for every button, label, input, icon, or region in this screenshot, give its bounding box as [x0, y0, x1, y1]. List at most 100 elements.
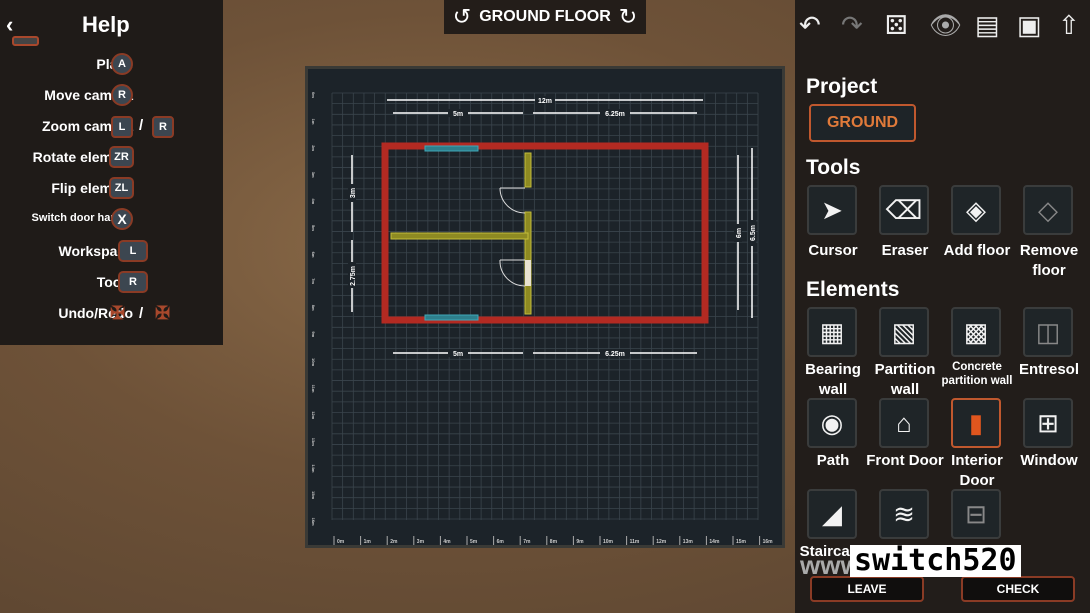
ruler-label: 10m — [311, 358, 316, 366]
ruler-label: 16m — [763, 539, 774, 545]
ruler-label: 3m — [311, 172, 316, 178]
add-floor-icon: ◈ — [966, 194, 986, 225]
stone-path-tool[interactable]: ◉ — [807, 398, 857, 448]
ruler-label: 4m — [443, 539, 451, 545]
dice-icon[interactable]: ⚄ — [885, 10, 908, 41]
door-swing — [499, 187, 526, 214]
partition-wall[interactable] — [390, 232, 529, 240]
tool-label: Interior Door — [951, 452, 1003, 489]
window-top[interactable] — [424, 145, 479, 152]
dim-total-width: 12m — [538, 98, 552, 105]
entresol-icon: ◫ — [1035, 316, 1061, 347]
cursor-icon: ➤ — [821, 194, 843, 225]
front-door-icon: ⌂ — [896, 407, 912, 438]
entresol-tool[interactable]: ◫ — [1023, 307, 1073, 357]
tool-label: Bearing wall — [805, 361, 861, 398]
project-heading: Project — [806, 75, 878, 98]
dim-right-inner: 6m — [736, 228, 743, 238]
window-icon: ⊞ — [1037, 407, 1059, 438]
watermark: switch520 — [850, 545, 1021, 577]
ruler-label: 6m — [497, 539, 505, 545]
dim-top-right: 6.25m — [605, 111, 625, 118]
tool-label: Add floor — [943, 242, 1011, 259]
ruler-label: 12m — [311, 411, 316, 419]
ruler-label: 4m — [311, 198, 316, 204]
check-button[interactable]: CHECK — [961, 576, 1075, 602]
tools-heading: Tools — [806, 156, 861, 179]
eraser-tool[interactable]: ⌫ — [879, 185, 929, 235]
balcony-icon: ⊟ — [965, 498, 987, 529]
ruler-label: 5m — [470, 539, 478, 545]
ruler-label: 11m — [630, 539, 640, 545]
tool-label: Front Door — [866, 452, 944, 469]
ruler-label: 12m — [656, 539, 667, 545]
partition-wall-icon: ▧ — [891, 316, 917, 347]
ruler-label: 13m — [683, 539, 694, 545]
ruler-label: 10m — [603, 539, 614, 545]
tool-label: Path — [816, 452, 850, 469]
ground-floor-button[interactable]: GROUND — [809, 104, 916, 142]
interior-door-tool[interactable]: ▮ — [951, 398, 1001, 448]
ruler-label: 0m — [337, 539, 345, 545]
ruler-label: 1m — [364, 539, 372, 545]
document-icon[interactable]: ▤ — [975, 10, 1000, 41]
ruler-label: 6m — [311, 252, 316, 258]
ruler-label: 8m — [311, 305, 316, 311]
window-tool[interactable]: ⊞ — [1023, 398, 1073, 448]
tool-label: Cursor — [808, 242, 858, 259]
cursor-tool[interactable]: ➤ — [807, 185, 857, 235]
ruler-label: 11m — [311, 385, 316, 393]
tools-panel: ↶ ↷ ⚄ 👁 ▤ ▣ ⇧ Project GROUND Tools ➤ Curs… — [795, 0, 1090, 613]
concrete-wall-tool[interactable]: ▩ — [951, 307, 1001, 357]
door-swing — [499, 259, 526, 287]
tool-label: Eraser — [881, 242, 929, 259]
interior-door-leaf[interactable] — [525, 260, 531, 286]
dim-right-outer: 6.5m — [750, 225, 757, 241]
window-bottom[interactable] — [424, 314, 479, 321]
ruler-label: 2m — [311, 145, 316, 151]
pool-ladder-icon: ≋ — [893, 498, 915, 529]
ruler-label: 3m — [417, 539, 425, 545]
remove-floor-tool[interactable]: ◇ — [1023, 185, 1073, 235]
brick-wall-tool[interactable]: ▦ — [807, 307, 857, 357]
eye-icon[interactable]: 👁 — [929, 10, 962, 41]
elements-heading: Elements — [806, 278, 900, 301]
ruler-label: 8m — [550, 539, 558, 545]
grid — [331, 92, 759, 520]
dim-bottom-right: 6.25m — [605, 351, 625, 358]
ruler-label: 2m — [390, 539, 398, 545]
front-door-tool[interactable]: ⌂ — [879, 398, 929, 448]
ruler-label: 7m — [523, 539, 531, 545]
ruler-label: 9m — [311, 331, 316, 337]
save-icon[interactable]: ▣ — [1017, 10, 1042, 41]
dim-left-lower: 2.75m — [350, 266, 357, 286]
dim-top-left: 5m — [453, 111, 463, 118]
tool-label: Remove floor — [1019, 242, 1079, 279]
balcony-tool[interactable]: ⊟ — [951, 489, 1001, 539]
ruler-label: 16m — [311, 518, 316, 526]
upload-icon[interactable]: ⇧ — [1058, 10, 1080, 41]
staircase-icon: ◢ — [822, 498, 842, 529]
ruler-label: 1m — [311, 119, 316, 125]
tool-label: Entresol — [1018, 361, 1079, 378]
ruler-label: 14m — [709, 539, 720, 545]
tool-label: Window — [1020, 452, 1078, 469]
pool-ladder-tool[interactable]: ≋ — [879, 489, 929, 539]
undo-icon[interactable]: ↶ — [799, 10, 821, 41]
tool-label: Concrete partition wall — [941, 361, 1013, 387]
ruler-label: 7m — [311, 278, 316, 284]
add-floor-tool[interactable]: ◈ — [951, 185, 1001, 235]
ruler-label: 0m — [311, 92, 316, 98]
partition-wall[interactable] — [524, 152, 532, 188]
eraser-icon: ⌫ — [885, 194, 923, 225]
ruler-label: 15m — [311, 491, 316, 499]
tool-label: Partition wall — [874, 361, 936, 398]
ruler-label: 15m — [736, 539, 747, 545]
staircase-tool[interactable]: ◢ — [807, 489, 857, 539]
partition-wall-tool[interactable]: ▧ — [879, 307, 929, 357]
remove-floor-icon: ◇ — [1038, 194, 1058, 225]
brick-wall-icon: ▦ — [819, 316, 845, 347]
redo-icon[interactable]: ↷ — [841, 10, 863, 41]
ruler-label: 9m — [576, 539, 584, 545]
ruler-label: 5m — [311, 225, 316, 231]
